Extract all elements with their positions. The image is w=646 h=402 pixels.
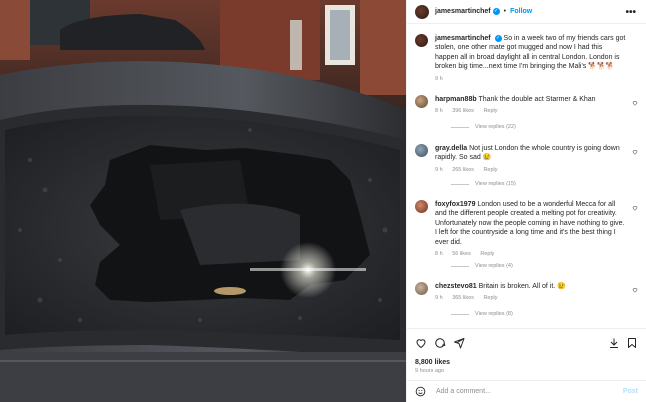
separator-dot: • — [503, 7, 507, 15]
caption: jamesmartinchef ✓ So in a week two of my… — [415, 34, 638, 83]
post-photo[interactable] — [0, 0, 406, 402]
comment-body: foxyfox1979 London used to be a wonderfu… — [435, 200, 638, 259]
reply-button[interactable]: Reply — [483, 295, 497, 301]
heart-icon[interactable] — [415, 337, 427, 349]
likes-count[interactable]: 8,800 likes — [415, 358, 450, 367]
heart-icon[interactable] — [632, 205, 638, 211]
avatar[interactable] — [415, 282, 428, 295]
comment-likes[interactable]: 265 likes — [452, 167, 474, 173]
follow-button[interactable]: Follow — [510, 7, 532, 16]
comment-icon[interactable] — [434, 337, 446, 349]
verified-badge-icon: ✓ — [494, 34, 502, 42]
more-icon[interactable]: ••• — [625, 6, 636, 20]
comment-time: 9 h — [435, 295, 443, 302]
view-replies-button[interactable]: View replies (15) — [451, 181, 516, 188]
post-time: 9 hours ago — [415, 367, 445, 374]
comment-username[interactable]: gray.della — [435, 145, 467, 152]
avatar[interactable] — [415, 4, 429, 19]
divider — [451, 184, 469, 186]
comment-username[interactable]: chezstevo81 — [435, 283, 477, 290]
view-replies-button[interactable]: View replies (8) — [451, 311, 513, 318]
view-replies-label[interactable]: View replies (4) — [475, 263, 513, 270]
comment-meta: 8 h 396 likes Reply — [435, 108, 626, 115]
download-icon[interactable] — [608, 337, 620, 349]
reply-button[interactable]: Reply — [483, 108, 497, 114]
instagram-post-window: jamesmartinchef ✓ • Follow ••• jamesmart… — [0, 0, 646, 402]
view-replies-button[interactable]: View replies (22) — [451, 124, 516, 131]
view-replies-label[interactable]: View replies (8) — [475, 311, 513, 318]
share-icon[interactable] — [453, 337, 465, 349]
comment-username[interactable]: harpman88b — [435, 96, 477, 103]
view-replies-label[interactable]: View replies (15) — [475, 181, 516, 188]
comment-meta: 8 h 56 likes Reply — [435, 251, 626, 258]
comment-text: Britain is broken. All of it. 😢 — [478, 283, 566, 290]
comment-item: gray.della Not just London the whole cou… — [415, 144, 638, 174]
broken-car-window-image — [0, 0, 406, 402]
bookmark-icon[interactable] — [626, 337, 638, 349]
emoji-icon[interactable] — [415, 386, 426, 397]
caption-body: jamesmartinchef ✓ So in a week two of my… — [435, 34, 638, 83]
header-username[interactable]: jamesmartinchef — [435, 7, 491, 16]
comment-time: 8 h — [435, 108, 443, 115]
divider — [451, 266, 469, 268]
comment-item: foxyfox1979 London used to be a wonderfu… — [415, 200, 638, 259]
verified-badge-icon: ✓ — [492, 8, 500, 15]
post-header: jamesmartinchef ✓ • Follow ••• — [407, 0, 646, 24]
comment-item: chezstevo81 Britain is broken. All of it… — [415, 282, 638, 303]
comment-time: 8 h — [435, 251, 443, 258]
avatar[interactable] — [415, 200, 428, 213]
post-button[interactable]: Post — [623, 387, 638, 396]
heart-icon[interactable] — [632, 287, 638, 293]
caption-time: 9 h — [435, 75, 443, 82]
avatar[interactable] — [415, 144, 428, 157]
comment-body: harpman88b Thank the double act Starmer … — [435, 95, 638, 116]
comment-username[interactable]: foxyfox1979 — [435, 201, 475, 208]
divider — [451, 314, 469, 316]
comments-list[interactable]: jamesmartinchef ✓ So in a week two of my… — [407, 25, 646, 327]
caption-meta: 9 h — [435, 76, 626, 83]
comment-meta: 9 h 265 likes Reply — [435, 167, 626, 174]
comment-meta: 9 h 365 likes Reply — [435, 295, 626, 302]
comment-likes[interactable]: 56 likes — [452, 251, 471, 257]
caption-username[interactable]: jamesmartinchef — [435, 35, 491, 42]
comment-text: Thank the double act Starmer & Khan — [478, 96, 596, 103]
avatar[interactable] — [415, 34, 428, 47]
comment-body: chezstevo81 Britain is broken. All of it… — [435, 282, 638, 303]
view-replies-button[interactable]: View replies (4) — [451, 263, 513, 270]
comment-time: 9 h — [435, 166, 443, 173]
heart-icon[interactable] — [632, 149, 638, 155]
avatar[interactable] — [415, 95, 428, 108]
reply-button[interactable]: Reply — [483, 167, 497, 173]
comment-body: gray.della Not just London the whole cou… — [435, 144, 638, 174]
comment-likes[interactable]: 365 likes — [452, 295, 474, 301]
comment-item: harpman88b Thank the double act Starmer … — [415, 95, 638, 116]
divider — [451, 127, 469, 129]
reply-button[interactable]: Reply — [480, 251, 494, 257]
comment-likes[interactable]: 396 likes — [452, 108, 474, 114]
heart-icon[interactable] — [632, 100, 638, 106]
comment-input[interactable]: Add a comment... — [436, 387, 623, 396]
view-replies-label[interactable]: View replies (22) — [475, 124, 516, 131]
post-sidebar: jamesmartinchef ✓ • Follow ••• jamesmart… — [406, 0, 646, 402]
post-actions — [407, 328, 646, 354]
add-comment-bar: Add a comment... Post — [407, 380, 646, 402]
